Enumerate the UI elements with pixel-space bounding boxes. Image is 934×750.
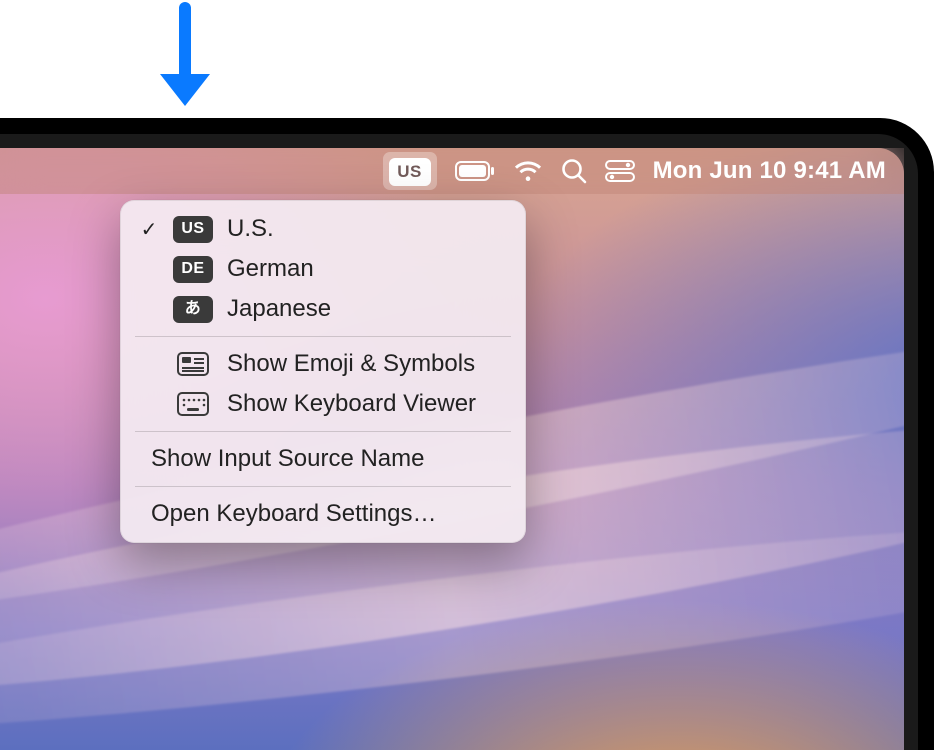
menu-item-show-input-source-name[interactable]: Show Input Source Name [121,439,525,479]
checkmark-icon: ✓ [139,217,159,242]
menu-separator [135,431,511,432]
menu-item-open-keyboard-settings[interactable]: Open Keyboard Settings… [121,494,525,534]
keyboard-viewer-icon [177,392,209,416]
menu-item-show-keyboard-viewer[interactable]: ✓ Show [121,384,525,424]
input-source-label: German [227,255,507,283]
menu-item-label: Open Keyboard Settings… [151,500,507,528]
input-source-label: U.S. [227,215,507,243]
input-source-item-german[interactable]: ✓ DE German [121,249,525,289]
menu-item-label: Show Input Source Name [151,445,507,473]
search-icon[interactable] [561,158,587,184]
input-menu-trigger[interactable]: US [383,152,437,190]
annotation-arrow [160,2,210,106]
menu-bar: US [0,148,904,194]
input-source-item-us[interactable]: ✓ US U.S. [121,209,525,249]
desktop-wallpaper: US [0,148,904,750]
input-source-badge: US [389,158,431,186]
input-source-label: Japanese [227,295,507,323]
input-source-menu: ✓ US U.S. ✓ DE German ✓ あ Japanese ✓ [120,200,526,543]
device-frame: US [0,118,934,750]
wifi-icon[interactable] [513,160,543,182]
input-source-item-japanese[interactable]: ✓ あ Japanese [121,289,525,329]
menu-item-label: Show Emoji & Symbols [227,350,507,378]
input-source-badge-us: US [173,216,213,243]
menu-item-show-emoji-symbols[interactable]: ✓ Show Emoji & Symbols [121,344,525,384]
emoji-symbols-icon [177,352,209,376]
input-source-badge-de: DE [173,256,213,283]
menu-bar-clock[interactable]: Mon Jun 10 9:41 AM [653,157,886,185]
menu-separator [135,486,511,487]
menu-item-label: Show Keyboard Viewer [227,390,507,418]
input-source-badge-ja: あ [173,296,213,323]
control-center-icon[interactable] [605,160,635,182]
menu-separator [135,336,511,337]
battery-icon[interactable] [455,161,495,181]
